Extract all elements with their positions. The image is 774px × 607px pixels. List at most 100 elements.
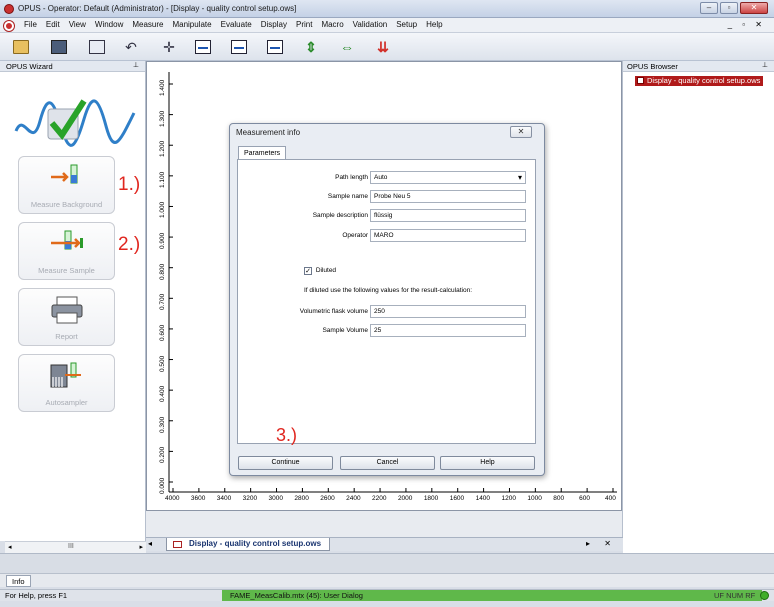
browser-pin-icon[interactable]: ⊥ [762, 61, 768, 69]
sample-description-input[interactable]: flüssig [370, 209, 526, 222]
scroll-thumb[interactable]: III [68, 543, 74, 550]
measure-sample-button[interactable]: Measure Sample [18, 222, 115, 280]
flask-volume-input[interactable]: 250 [370, 305, 526, 318]
printer-icon [51, 296, 83, 324]
autosampler-icon [50, 362, 81, 388]
scroll-left-icon[interactable]: ◂ [8, 543, 12, 551]
tab-display-quality-control[interactable]: Display - quality control setup.ows [166, 538, 331, 551]
tab-controls[interactable]: ▸ ✕ [586, 539, 617, 548]
measure-sample-icon [51, 230, 83, 250]
y-tick-label: 0.700 [159, 294, 166, 311]
x-tick-label: 2800 [294, 495, 309, 502]
opus-browser-pane: OPUS Browser ⊥ Display - quality control… [623, 61, 774, 553]
x-tick-label: 1800 [423, 495, 439, 502]
menu-evaluate[interactable]: Evaluate [221, 20, 252, 29]
x-tick-label: 1000 [527, 495, 542, 502]
scale-button[interactable]: ⇊ [372, 37, 394, 57]
x-tick-label: 3600 [190, 495, 206, 502]
y-tick-label: 0.400 [159, 385, 166, 403]
y-tick-label: 0.200 [159, 447, 166, 464]
menu-display[interactable]: Display [261, 20, 287, 29]
y-tick-label: 0.900 [159, 232, 166, 250]
window-controls: – ▫ ✕ [700, 2, 768, 14]
scale-arrows-icon: ⇊ [377, 39, 389, 55]
browser-title: OPUS Browser [627, 62, 678, 71]
tab-parameters[interactable]: Parameters [238, 146, 287, 160]
scroll-right-icon[interactable]: ▸ [139, 543, 143, 551]
close-window-button[interactable]: ✕ [740, 2, 768, 14]
cancel-button[interactable]: Cancel [340, 456, 435, 470]
status-bar: For Help, press F1 FAME_MeasCalib.mtx (4… [0, 589, 774, 601]
measurement-info-dialog: Measurement info ✕ Parameters Path lengt… [229, 123, 545, 476]
flask-volume-row: Volumetric flask volume 250 [238, 305, 537, 319]
menu-measure[interactable]: Measure [132, 20, 163, 29]
document-icon[interactable] [4, 21, 14, 31]
diluted-checkbox-row[interactable]: ✓ Diluted [304, 267, 336, 275]
menu-window[interactable]: Window [95, 20, 123, 29]
y-tick-label: 1.400 [159, 79, 166, 96]
help-button[interactable]: Help [440, 456, 535, 470]
path-length-row: Path length Auto [238, 171, 537, 185]
sample-name-input[interactable]: Probe Neu 5 [370, 190, 526, 203]
path-length-select[interactable]: Auto [370, 171, 526, 184]
tab-scroll-left-icon[interactable]: ◂ [148, 539, 152, 548]
opus-app-icon[interactable] [4, 4, 14, 14]
browser-item-display[interactable]: Display - quality control setup.ows [635, 76, 764, 86]
undo-button[interactable]: ↶ [120, 37, 142, 57]
x-tick-label: 1200 [501, 495, 516, 502]
spectrum-list-button[interactable] [264, 37, 286, 57]
y-tick-label: 1.000 [159, 202, 166, 219]
menu-macro[interactable]: Macro [321, 20, 343, 29]
spectrum-button[interactable] [192, 37, 214, 57]
copy-window-icon [89, 40, 105, 54]
diluted-checkbox[interactable]: ✓ [304, 267, 312, 275]
x-tick-label: 2000 [397, 495, 413, 502]
opus-wizard-pane: OPUS Wizard ⊥ Measure Background 1.) Mea… [0, 61, 146, 541]
expand-button[interactable]: ⇔ [336, 37, 358, 57]
info-tab[interactable]: Info [6, 575, 31, 587]
compress-button[interactable]: ⇕ [300, 37, 322, 57]
menu-setup[interactable]: Setup [396, 20, 417, 29]
copy-window-button[interactable] [86, 37, 108, 57]
spectrum-peak-button[interactable] [228, 37, 250, 57]
report-label: Report [55, 332, 78, 341]
report-button[interactable]: Report [18, 288, 115, 346]
measure-sample-label: Measure Sample [38, 266, 95, 275]
continue-button[interactable]: Continue [238, 456, 333, 470]
menu-view[interactable]: View [69, 20, 86, 29]
crosshair-button[interactable]: ✛ [158, 37, 180, 57]
maximize-button[interactable]: ▫ [720, 2, 738, 14]
x-tick-label: 3200 [242, 495, 258, 502]
dialog-close-button[interactable]: ✕ [510, 126, 532, 138]
menu-file[interactable]: File [24, 20, 37, 29]
minimize-button[interactable]: – [700, 2, 718, 14]
autosampler-button[interactable]: Autosampler [18, 354, 115, 412]
pin-icon[interactable]: ⊥ [133, 61, 139, 69]
arrows-compress-icon: ⇕ [305, 39, 317, 55]
menu-edit[interactable]: Edit [46, 20, 60, 29]
menu-print[interactable]: Print [296, 20, 312, 29]
y-tick-label: 0.000 [159, 477, 166, 494]
open-folder-button[interactable] [10, 37, 32, 57]
sample-volume-label: Sample Volume [322, 327, 368, 334]
sample-volume-input[interactable]: 25 [370, 324, 526, 337]
operator-input[interactable]: MARO [370, 229, 526, 242]
mdi-controls[interactable]: _ ▫ ✕ [728, 20, 766, 29]
load-icon [51, 40, 67, 54]
status-help-text: For Help, press F1 [5, 591, 68, 600]
menu-help[interactable]: Help [426, 20, 442, 29]
menu-bar: File Edit View Window Measure Manipulate… [0, 18, 774, 33]
sample-volume-row: Sample Volume 25 [238, 324, 537, 338]
menu-manipulate[interactable]: Manipulate [172, 20, 211, 29]
measure-background-button[interactable]: Measure Background [18, 156, 115, 214]
y-tick-label: 0.600 [159, 324, 166, 341]
load-button[interactable] [48, 37, 70, 57]
sample-description-label: Sample description [312, 212, 368, 219]
wizard-horizontal-scrollbar[interactable]: ◂ III ▸ [5, 541, 146, 553]
menu-validation[interactable]: Validation [353, 20, 388, 29]
step-1-annotation: 1.) [118, 174, 141, 195]
x-tick-label: 600 [579, 495, 590, 502]
x-tick-label: 800 [553, 495, 565, 502]
y-tick-label: 0.500 [159, 355, 166, 372]
status-flags: UF NUM RF [714, 591, 756, 600]
